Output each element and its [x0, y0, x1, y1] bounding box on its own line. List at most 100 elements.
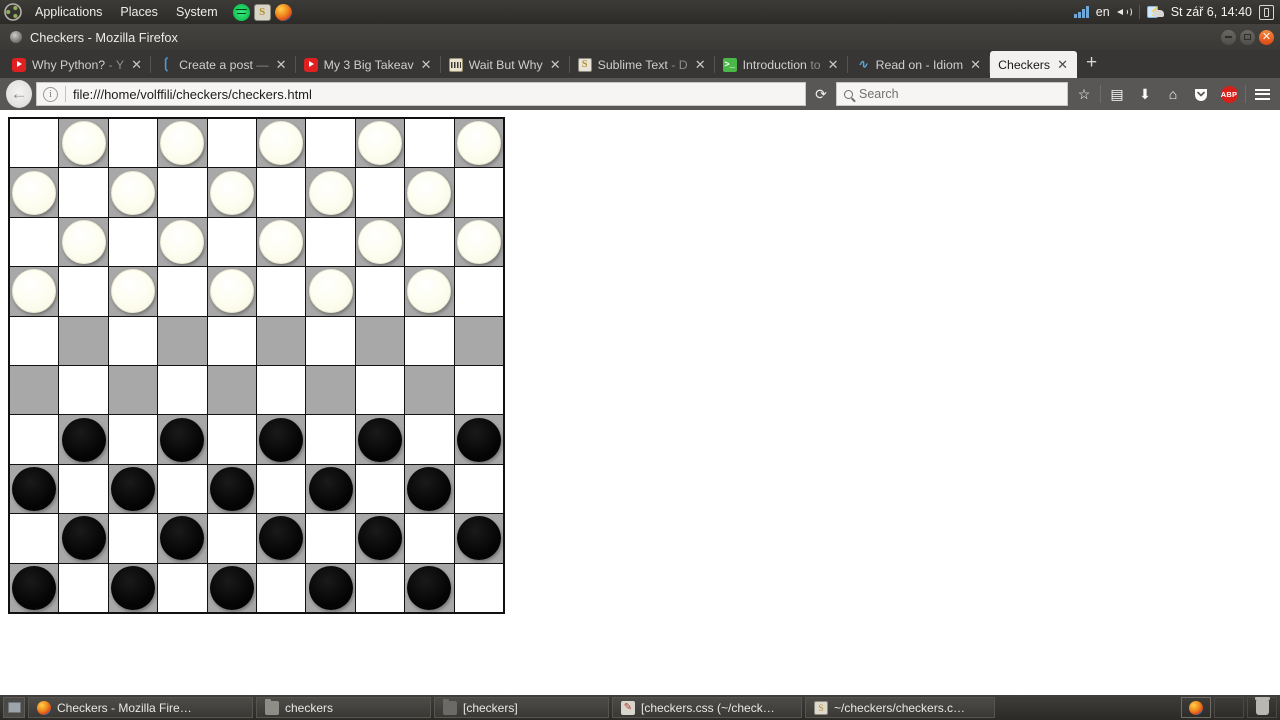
board-square-r10-c1[interactable] [10, 563, 59, 612]
black-piece[interactable] [209, 565, 254, 610]
board-square-r7-c6[interactable] [256, 415, 306, 464]
board-square-r10-c4[interactable] [158, 563, 207, 612]
board-square-r5-c5[interactable] [207, 316, 256, 365]
browser-tab-2[interactable]: My 3 Big Takeav ✕ [296, 51, 441, 78]
board-square-r7-c4[interactable] [158, 415, 207, 464]
board-square-r6-c7[interactable] [306, 365, 355, 415]
sublime-text-icon[interactable]: S [253, 3, 271, 21]
tab-close-button[interactable]: ✕ [420, 58, 433, 71]
reload-button[interactable]: ⟳ [810, 82, 832, 106]
board-square-r5-c3[interactable] [108, 316, 158, 365]
board-square-r1-c3[interactable] [108, 119, 158, 168]
board-square-r8-c9[interactable] [405, 464, 454, 514]
board-square-r8-c3[interactable] [108, 464, 158, 514]
black-piece[interactable] [308, 466, 353, 511]
browser-tab-6[interactable]: ∿ Read on - Idiom ✕ [848, 51, 991, 78]
board-square-r2-c3[interactable] [108, 168, 158, 217]
white-piece[interactable] [61, 219, 106, 264]
white-piece[interactable] [160, 121, 205, 166]
board-square-r4-c10[interactable] [454, 267, 503, 316]
white-piece[interactable] [357, 219, 402, 264]
board-square-r5-c8[interactable] [355, 316, 405, 365]
board-square-r3-c10[interactable] [454, 217, 503, 267]
board-square-r3-c8[interactable] [355, 217, 405, 267]
board-square-r7-c9[interactable] [405, 415, 454, 464]
board-square-r9-c3[interactable] [108, 514, 158, 563]
board-square-r4-c4[interactable] [158, 267, 207, 316]
white-piece[interactable] [209, 269, 254, 314]
taskbar-empty-slot[interactable] [1214, 697, 1244, 718]
maximize-button[interactable] [1240, 29, 1255, 45]
board-square-r9-c10[interactable] [454, 514, 503, 563]
board-square-r3-c5[interactable] [207, 217, 256, 267]
board-square-r6-c5[interactable] [207, 365, 256, 415]
adblock-plus-icon[interactable]: ABP [1217, 81, 1241, 107]
board-square-r4-c6[interactable] [256, 267, 306, 316]
board-square-r10-c6[interactable] [256, 563, 306, 612]
board-square-r1-c9[interactable] [405, 119, 454, 168]
white-piece[interactable] [308, 269, 353, 314]
board-square-r3-c3[interactable] [108, 217, 158, 267]
white-piece[interactable] [407, 170, 452, 215]
board-square-r1-c8[interactable] [355, 119, 405, 168]
board-square-r5-c10[interactable] [454, 316, 503, 365]
board-square-r3-c4[interactable] [158, 217, 207, 267]
board-square-r10-c10[interactable] [454, 563, 503, 612]
board-square-r5-c4[interactable] [158, 316, 207, 365]
menu-system[interactable]: System [167, 0, 227, 24]
board-square-r8-c4[interactable] [158, 464, 207, 514]
board-square-r10-c2[interactable] [59, 563, 108, 612]
board-square-r3-c6[interactable] [256, 217, 306, 267]
board-square-r7-c8[interactable] [355, 415, 405, 464]
session-menu-icon[interactable] [1259, 4, 1274, 20]
tab-close-button[interactable]: ✕ [549, 58, 562, 71]
browser-tab-3[interactable]: Wait But Why ✕ [441, 51, 570, 78]
pocket-icon[interactable] [1189, 81, 1213, 107]
white-piece[interactable] [110, 269, 155, 314]
white-piece[interactable] [160, 219, 205, 264]
firefox-icon[interactable] [274, 3, 292, 21]
black-piece[interactable] [308, 565, 353, 610]
board-square-r9-c7[interactable] [306, 514, 355, 563]
board-square-r2-c2[interactable] [59, 168, 108, 217]
home-icon[interactable]: ⌂ [1161, 81, 1185, 107]
taskbar-firefox-icon[interactable] [1181, 697, 1211, 718]
downloads-icon[interactable]: ⬇ [1133, 81, 1157, 107]
browser-tab-7[interactable]: Checkers ✕ [990, 51, 1078, 78]
board-square-r8-c5[interactable] [207, 464, 256, 514]
board-square-r1-c2[interactable] [59, 119, 108, 168]
taskbar-item-0[interactable]: Checkers - Mozilla Fire… [28, 697, 253, 718]
close-button[interactable]: ✕ [1259, 29, 1274, 45]
white-piece[interactable] [259, 121, 304, 166]
keyboard-layout-indicator[interactable]: en [1096, 5, 1110, 19]
board-square-r6-c8[interactable] [355, 365, 405, 415]
board-square-r9-c8[interactable] [355, 514, 405, 563]
board-square-r5-c6[interactable] [256, 316, 306, 365]
black-piece[interactable] [110, 466, 155, 511]
black-piece[interactable] [61, 417, 106, 462]
white-piece[interactable] [357, 121, 402, 166]
board-square-r1-c1[interactable] [10, 119, 59, 168]
board-square-r8-c2[interactable] [59, 464, 108, 514]
black-piece[interactable] [12, 466, 57, 511]
board-square-r2-c9[interactable] [405, 168, 454, 217]
taskbar-item-3[interactable]: [checkers.css (~/check… [612, 697, 802, 718]
trash-icon[interactable] [1247, 697, 1277, 718]
black-piece[interactable] [357, 516, 402, 561]
board-square-r4-c3[interactable] [108, 267, 158, 316]
menu-hamburger-icon[interactable] [1250, 81, 1274, 107]
minimize-button[interactable] [1221, 29, 1236, 45]
black-piece[interactable] [160, 516, 205, 561]
black-piece[interactable] [357, 417, 402, 462]
black-piece[interactable] [61, 516, 106, 561]
browser-tab-1[interactable]: ❲ Create a post — ✕ [151, 51, 296, 78]
board-square-r9-c6[interactable] [256, 514, 306, 563]
board-square-r7-c1[interactable] [10, 415, 59, 464]
board-square-r6-c9[interactable] [405, 365, 454, 415]
spotify-icon[interactable] [232, 3, 250, 21]
board-square-r6-c2[interactable] [59, 365, 108, 415]
board-square-r6-c4[interactable] [158, 365, 207, 415]
board-square-r2-c4[interactable] [158, 168, 207, 217]
board-square-r2-c8[interactable] [355, 168, 405, 217]
board-square-r2-c1[interactable] [10, 168, 59, 217]
